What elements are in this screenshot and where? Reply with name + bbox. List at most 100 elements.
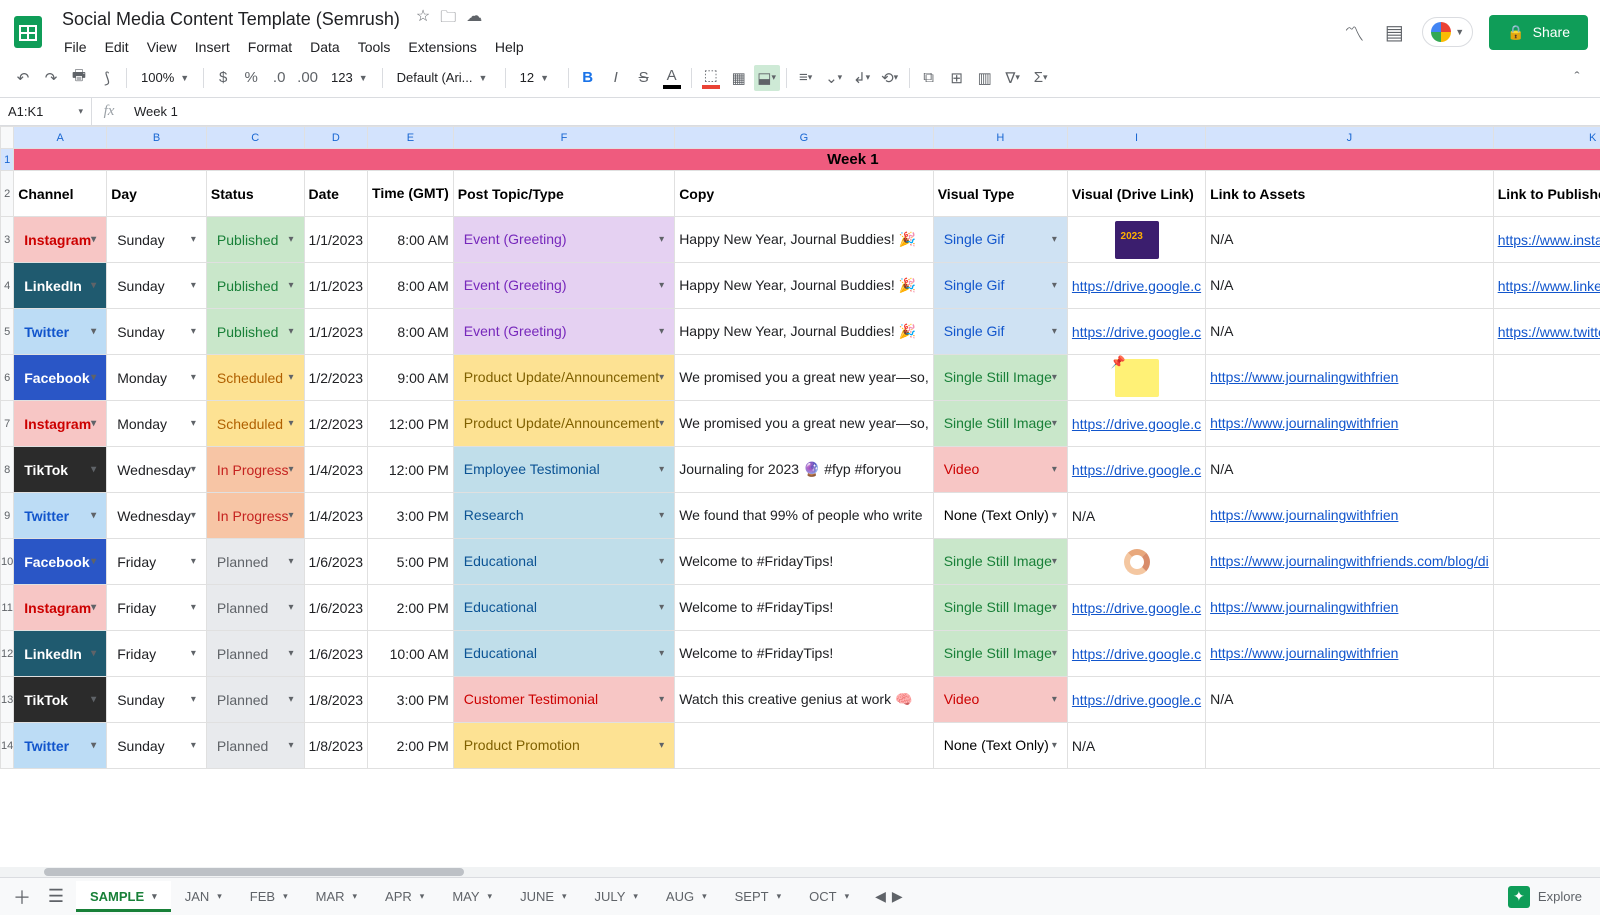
- visual-link-cell[interactable]: N/A: [1067, 723, 1205, 769]
- column-title[interactable]: Link to Assets: [1206, 171, 1494, 217]
- sheets-logo-icon[interactable]: [8, 12, 48, 52]
- channel-cell[interactable]: LinkedIn▾: [14, 631, 107, 677]
- time-cell[interactable]: 12:00 PM: [368, 447, 454, 493]
- menu-data[interactable]: Data: [302, 35, 348, 59]
- column-header[interactable]: K: [1493, 127, 1600, 149]
- status-cell[interactable]: Published▾: [206, 263, 304, 309]
- row-header[interactable]: 11: [1, 585, 14, 631]
- column-title[interactable]: Channel: [14, 171, 107, 217]
- menu-format[interactable]: Format: [240, 35, 300, 59]
- menu-insert[interactable]: Insert: [187, 35, 238, 59]
- assets-link-cell[interactable]: [1206, 723, 1494, 769]
- sheet-tab-sept[interactable]: SEPT▾: [721, 881, 796, 912]
- date-cell[interactable]: 1/1/2023: [304, 217, 368, 263]
- channel-cell[interactable]: Facebook▾: [14, 539, 107, 585]
- assets-link-cell[interactable]: https://www.journalingwithfriends.com/bl…: [1206, 539, 1494, 585]
- print-button[interactable]: 🖶: [66, 65, 92, 91]
- topic-cell[interactable]: Educational▾: [453, 539, 674, 585]
- paint-format-button[interactable]: ⟆: [94, 65, 120, 91]
- date-cell[interactable]: 1/4/2023: [304, 447, 368, 493]
- day-cell[interactable]: Sunday▾: [107, 263, 207, 309]
- visual-type-cell[interactable]: Single Gif▾: [933, 217, 1067, 263]
- sheet-nav-right[interactable]: ▶: [892, 888, 903, 905]
- redo-button[interactable]: ↷: [38, 65, 64, 91]
- topic-cell[interactable]: Product Promotion▾: [453, 723, 674, 769]
- status-cell[interactable]: Planned▾: [206, 539, 304, 585]
- copy-cell[interactable]: Welcome to #FridayTips!: [675, 631, 934, 677]
- published-link-cell[interactable]: [1493, 447, 1600, 493]
- column-title[interactable]: Copy: [675, 171, 934, 217]
- copy-cell[interactable]: Journaling for 2023 🔮 #fyp #foryou: [675, 447, 934, 493]
- status-cell[interactable]: In Progress▾: [206, 493, 304, 539]
- decrease-decimal-button[interactable]: .0: [266, 65, 292, 91]
- column-title[interactable]: Status: [206, 171, 304, 217]
- visual-link-cell[interactable]: https://drive.google.c: [1067, 677, 1205, 723]
- row-header[interactable]: 14: [1, 723, 14, 769]
- assets-link-cell[interactable]: https://www.journalingwithfrien: [1206, 493, 1494, 539]
- column-header[interactable]: A: [14, 127, 107, 149]
- column-title[interactable]: Time (GMT): [368, 171, 454, 217]
- assets-link-cell[interactable]: N/A: [1206, 677, 1494, 723]
- column-title[interactable]: Date: [304, 171, 368, 217]
- column-header[interactable]: C: [206, 127, 304, 149]
- copy-cell[interactable]: [675, 723, 934, 769]
- channel-cell[interactable]: Twitter▾: [14, 309, 107, 355]
- history-icon[interactable]: 〽: [1342, 20, 1366, 44]
- channel-cell[interactable]: Facebook▾: [14, 355, 107, 401]
- topic-cell[interactable]: Customer Testimonial▾: [453, 677, 674, 723]
- cloud-status-icon[interactable]: ☁: [466, 6, 482, 33]
- day-cell[interactable]: Friday▾: [107, 539, 207, 585]
- published-link-cell[interactable]: [1493, 677, 1600, 723]
- column-header[interactable]: H: [933, 127, 1067, 149]
- menu-tools[interactable]: Tools: [350, 35, 399, 59]
- sheet-tab-july[interactable]: JULY▾: [581, 881, 652, 912]
- visual-type-cell[interactable]: None (Text Only)▾: [933, 723, 1067, 769]
- column-header[interactable]: G: [675, 127, 934, 149]
- column-title[interactable]: Post Topic/Type: [453, 171, 674, 217]
- menu-extensions[interactable]: Extensions: [400, 35, 484, 59]
- v-align-button[interactable]: ⌄ ▾: [821, 65, 847, 91]
- channel-cell[interactable]: Twitter▾: [14, 493, 107, 539]
- visual-link-cell[interactable]: https://drive.google.c: [1067, 401, 1205, 447]
- date-cell[interactable]: 1/6/2023: [304, 631, 368, 677]
- published-link-cell[interactable]: [1493, 355, 1600, 401]
- visual-type-cell[interactable]: Single Still Image▾: [933, 355, 1067, 401]
- menu-edit[interactable]: Edit: [97, 35, 137, 59]
- copy-cell[interactable]: Happy New Year, Journal Buddies! 🎉: [675, 263, 934, 309]
- date-cell[interactable]: 1/8/2023: [304, 723, 368, 769]
- explore-button[interactable]: ✦ Explore: [1498, 880, 1592, 914]
- text-rotation-button[interactable]: ⟲ ▾: [877, 65, 903, 91]
- h-align-button[interactable]: ≡ ▾: [793, 65, 819, 91]
- functions-button[interactable]: Σ ▾: [1028, 65, 1054, 91]
- insert-chart-button[interactable]: ▥: [972, 65, 998, 91]
- date-cell[interactable]: 1/6/2023: [304, 539, 368, 585]
- column-title[interactable]: Visual (Drive Link): [1067, 171, 1205, 217]
- channel-cell[interactable]: Instagram▾: [14, 401, 107, 447]
- copy-cell[interactable]: We promised you a great new year—so,: [675, 355, 934, 401]
- strikethrough-button[interactable]: S: [631, 65, 657, 91]
- row-header[interactable]: 9: [1, 493, 14, 539]
- visual-link-cell[interactable]: https://drive.google.c: [1067, 585, 1205, 631]
- collapse-toolbar-button[interactable]: ˆ: [1564, 65, 1590, 91]
- formula-input[interactable]: Week 1: [126, 104, 1600, 119]
- visual-type-cell[interactable]: None (Text Only)▾: [933, 493, 1067, 539]
- channel-cell[interactable]: TikTok▾: [14, 677, 107, 723]
- topic-cell[interactable]: Product Update/Announcement▾: [453, 355, 674, 401]
- horizontal-scrollbar[interactable]: [0, 867, 1600, 877]
- topic-cell[interactable]: Educational▾: [453, 631, 674, 677]
- visual-link-cell[interactable]: [1067, 539, 1205, 585]
- status-cell[interactable]: Scheduled▾: [206, 355, 304, 401]
- column-title[interactable]: Visual Type: [933, 171, 1067, 217]
- day-cell[interactable]: Wednesday▾: [107, 493, 207, 539]
- visual-type-cell[interactable]: Single Still Image▾: [933, 539, 1067, 585]
- filter-button[interactable]: ∇ ▾: [1000, 65, 1026, 91]
- published-link-cell[interactable]: [1493, 723, 1600, 769]
- assets-link-cell[interactable]: N/A: [1206, 309, 1494, 355]
- date-cell[interactable]: 1/2/2023: [304, 355, 368, 401]
- column-header[interactable]: B: [107, 127, 207, 149]
- more-formats-button[interactable]: 123▼: [323, 65, 376, 91]
- move-icon[interactable]: 🗀: [440, 6, 456, 33]
- channel-cell[interactable]: Instagram▾: [14, 585, 107, 631]
- status-cell[interactable]: Planned▾: [206, 631, 304, 677]
- row-header[interactable]: 12: [1, 631, 14, 677]
